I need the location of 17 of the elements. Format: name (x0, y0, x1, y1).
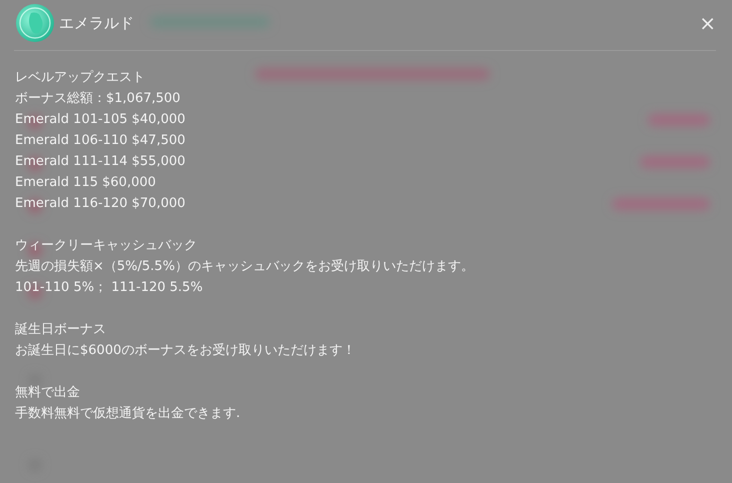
dialog-title: エメラルド (59, 14, 135, 32)
gem-icon (15, 3, 55, 43)
section-heading: ウィークリーキャッシュバック (15, 237, 198, 255)
info-text: Emerald 116-120 $70,000 (15, 195, 186, 213)
info-text: 101-110 5%； 111-120 5.5% (15, 279, 204, 297)
info-text: ボーナス総額：$1,067,500 (15, 90, 182, 108)
section-heading: 無料で出金 (15, 384, 81, 402)
section-heading: レベルアップクエスト (15, 69, 146, 87)
info-text: Emerald 106-110 $47,500 (15, 132, 186, 150)
info-text: 先週の損失額×（5%/5.5%）のキャッシュバックをお受け取りいただけます。 (15, 258, 475, 276)
info-text: 手数料無料で仮想通貨を出金できます. (15, 405, 242, 423)
info-text: Emerald 115 $60,000 (15, 174, 157, 192)
info-text: お誕生日に$6000のボーナスをお受け取りいただけます！ (15, 342, 356, 360)
section-heading: 誕生日ボーナス (15, 321, 107, 339)
info-text: Emerald 101-105 $40,000 (15, 111, 186, 129)
close-button[interactable]: × (695, 13, 720, 33)
info-text: Emerald 111-114 $55,000 (15, 153, 186, 171)
